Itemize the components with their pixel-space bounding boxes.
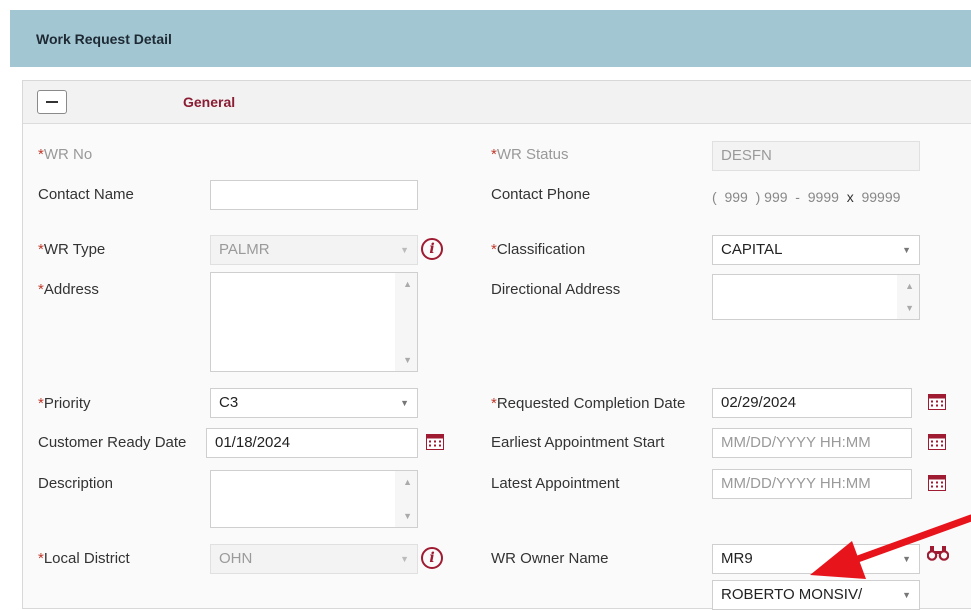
caret-down-icon: ▼ xyxy=(400,245,409,255)
description-label: Description xyxy=(38,475,114,492)
contact-phone-input[interactable]: ( 999 ) 999 - 9999 x 99999 xyxy=(712,182,900,212)
wr-type-select: PALMR ▼ xyxy=(210,235,418,265)
classification-label: *Classification xyxy=(491,241,586,258)
local-district-select: OHN ▼ xyxy=(210,544,418,574)
earliest-appointment-start-label: Earliest Appointment Start xyxy=(491,434,665,451)
wr-status-field: DESFN xyxy=(712,141,920,171)
page-title: Work Request Detail xyxy=(36,31,172,47)
caret-down-icon: ▼ xyxy=(902,245,911,255)
page-header: Work Request Detail xyxy=(10,10,971,67)
contact-phone-label: Contact Phone xyxy=(491,186,591,203)
contact-name-input[interactable] xyxy=(210,180,418,210)
contact-name-label: Contact Name xyxy=(38,186,134,203)
customer-ready-date-label: Customer Ready Date xyxy=(38,434,187,451)
scroll-down-icon[interactable]: ▼ xyxy=(403,355,412,365)
scroll-down-icon[interactable]: ▼ xyxy=(905,303,914,313)
calendar-icon[interactable] xyxy=(928,474,946,491)
directional-address-textarea[interactable]: ▲ ▼ xyxy=(712,274,920,320)
priority-select[interactable]: C3 ▼ xyxy=(210,388,418,418)
info-icon[interactable]: i xyxy=(421,238,443,260)
calendar-icon[interactable] xyxy=(426,433,444,450)
scroll-up-icon[interactable]: ▲ xyxy=(403,477,412,487)
section-title: General xyxy=(183,94,236,110)
earliest-appointment-start-input[interactable]: MM/DD/YYYY HH:MM xyxy=(712,428,912,458)
wr-type-label: *WR Type xyxy=(38,241,106,258)
info-icon[interactable]: i xyxy=(421,547,443,569)
latest-appointment-label: Latest Appointment xyxy=(491,475,620,492)
description-scrollbar[interactable]: ▲ ▼ xyxy=(395,471,417,527)
address-textarea[interactable]: ▲ ▼ xyxy=(210,272,418,372)
description-textarea[interactable]: ▲ ▼ xyxy=(210,470,418,528)
wr-status-label: *WR Status xyxy=(491,146,569,163)
priority-label: *Priority xyxy=(38,395,91,412)
arrow-annotation xyxy=(810,514,971,579)
requested-completion-date-label: *Requested Completion Date xyxy=(491,395,686,412)
wr-no-label: *WR No xyxy=(38,146,93,163)
collapse-button[interactable] xyxy=(37,90,67,114)
local-district-label: *Local District xyxy=(38,550,130,567)
scroll-up-icon[interactable]: ▲ xyxy=(403,279,412,289)
directional-address-scrollbar[interactable]: ▲ ▼ xyxy=(897,275,919,319)
wr-owner-name-label: WR Owner Name xyxy=(491,550,609,567)
address-label: *Address xyxy=(38,281,99,298)
caret-down-icon: ▼ xyxy=(400,554,409,564)
calendar-icon[interactable] xyxy=(928,433,946,450)
customer-ready-date-input[interactable]: 01/18/2024 xyxy=(206,428,418,458)
requested-completion-date-input[interactable]: 02/29/2024 xyxy=(712,388,912,418)
directional-address-label: Directional Address xyxy=(491,281,621,298)
calendar-icon[interactable] xyxy=(928,393,946,410)
address-scrollbar[interactable]: ▲ ▼ xyxy=(395,273,417,371)
section-header: General xyxy=(23,81,971,124)
minus-icon xyxy=(46,101,58,103)
classification-select[interactable]: CAPITAL ▼ xyxy=(712,235,920,265)
caret-down-icon: ▼ xyxy=(400,398,409,408)
scroll-up-icon[interactable]: ▲ xyxy=(905,281,914,291)
scroll-down-icon[interactable]: ▼ xyxy=(403,511,412,521)
